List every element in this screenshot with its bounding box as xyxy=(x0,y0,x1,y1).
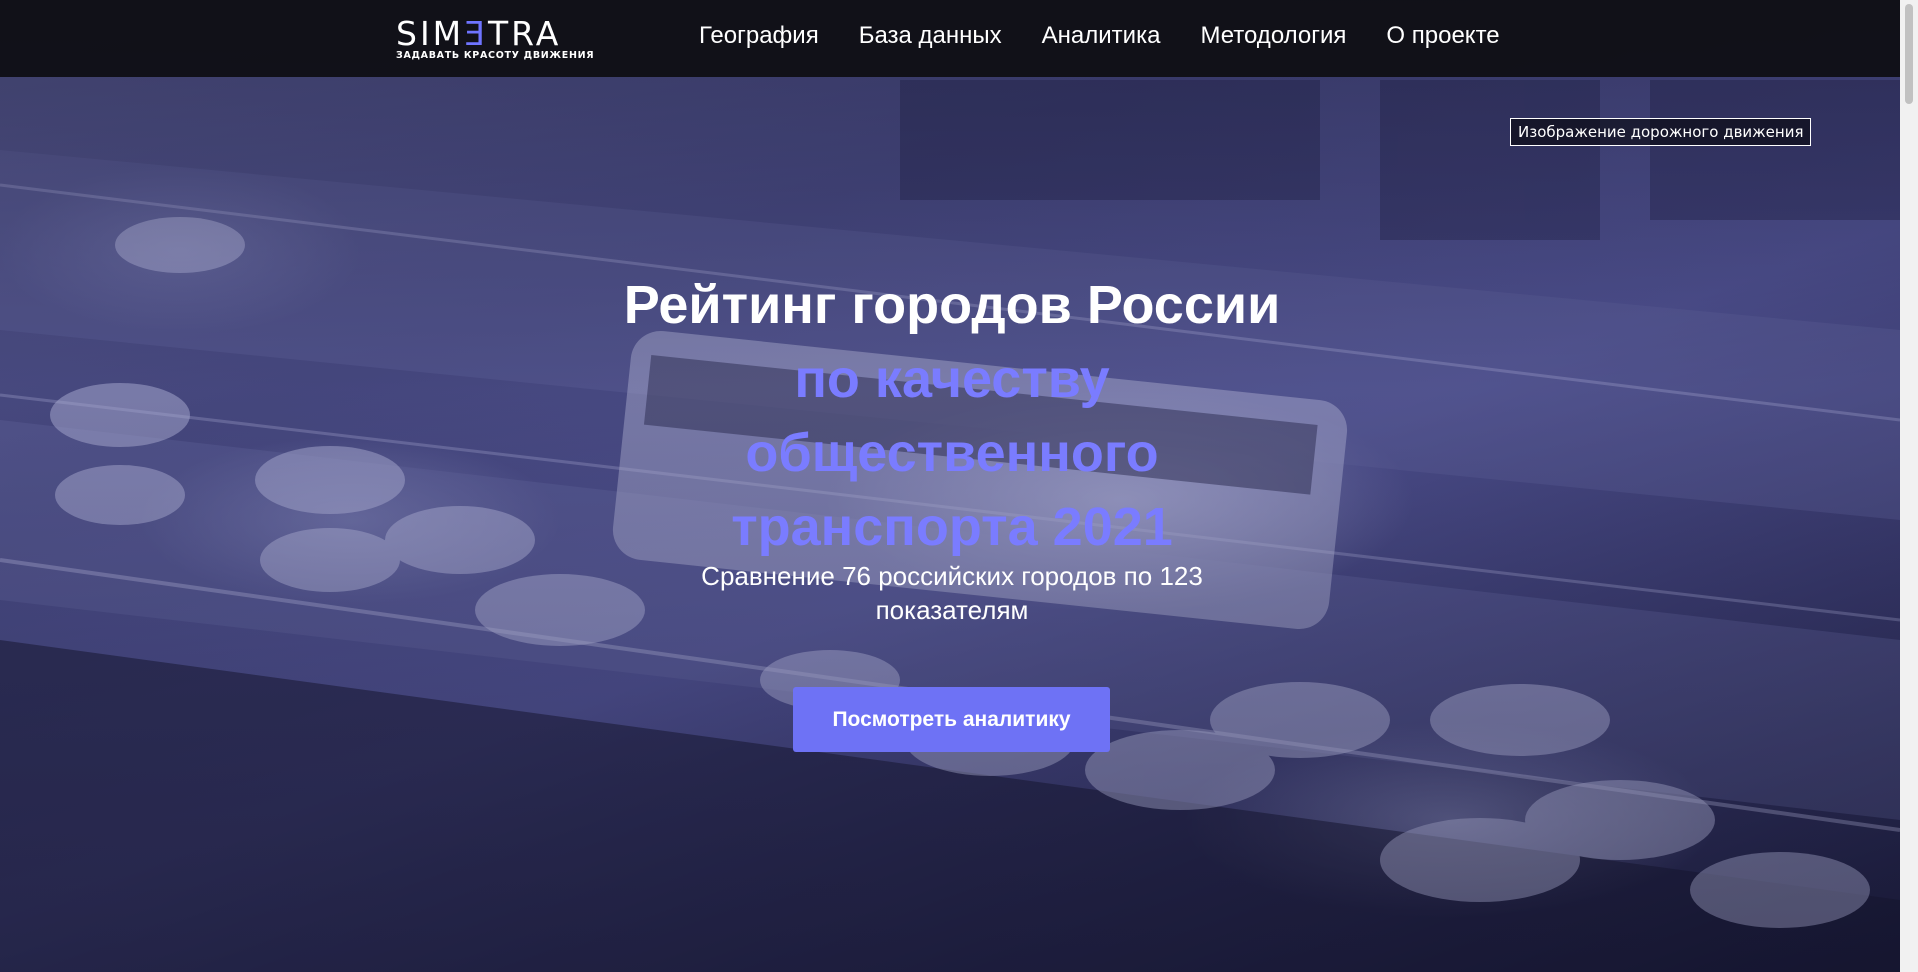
nav-item-methodology[interactable]: Методология xyxy=(1200,22,1346,50)
hero-subtitle: Сравнение 76 российских городов по 123 п… xyxy=(701,561,1203,625)
top-navigation-bar: SIMƎTRA ЗАДАВАТЬ КРАСОТУ ДВИЖЕНИЯ Геогра… xyxy=(0,0,1900,77)
main-navigation: География База данных Аналитика Методоло… xyxy=(699,22,1500,50)
page: SIMƎTRA ЗАДАВАТЬ КРАСОТУ ДВИЖЕНИЯ Геогра… xyxy=(0,0,1918,972)
nav-item-geography[interactable]: География xyxy=(699,22,819,50)
nav-item-database[interactable]: База данных xyxy=(859,22,1002,50)
simetra-logo[interactable]: SIMƎTRA ЗАДАВАТЬ КРАСОТУ ДВИЖЕНИЯ xyxy=(396,14,596,66)
vertical-scrollbar[interactable] xyxy=(1900,0,1918,972)
hero-title: Рейтинг городов России по качеству общес… xyxy=(0,268,1904,564)
logo-word-part1: SIM xyxy=(396,14,465,53)
hero-title-main: Рейтинг городов России xyxy=(623,275,1281,335)
view-analytics-button[interactable]: Посмотреть аналитику xyxy=(793,687,1110,752)
logo-word-part2: TRA xyxy=(488,14,562,53)
hero-title-accent: по качеству общественного транспорта 202… xyxy=(731,349,1173,557)
logo-tagline: ЗАДАВАТЬ КРАСОТУ ДВИЖЕНИЯ xyxy=(396,50,595,61)
image-caption-badge: Изображение дорожного движения xyxy=(1510,118,1812,146)
logo-word-accent: Ǝ xyxy=(464,14,489,53)
nav-item-analytics[interactable]: Аналитика xyxy=(1042,22,1161,50)
nav-item-about[interactable]: О проекте xyxy=(1386,22,1499,50)
logo-wordmark: SIMƎTRA xyxy=(396,14,561,53)
scrollbar-thumb[interactable] xyxy=(1905,4,1913,104)
